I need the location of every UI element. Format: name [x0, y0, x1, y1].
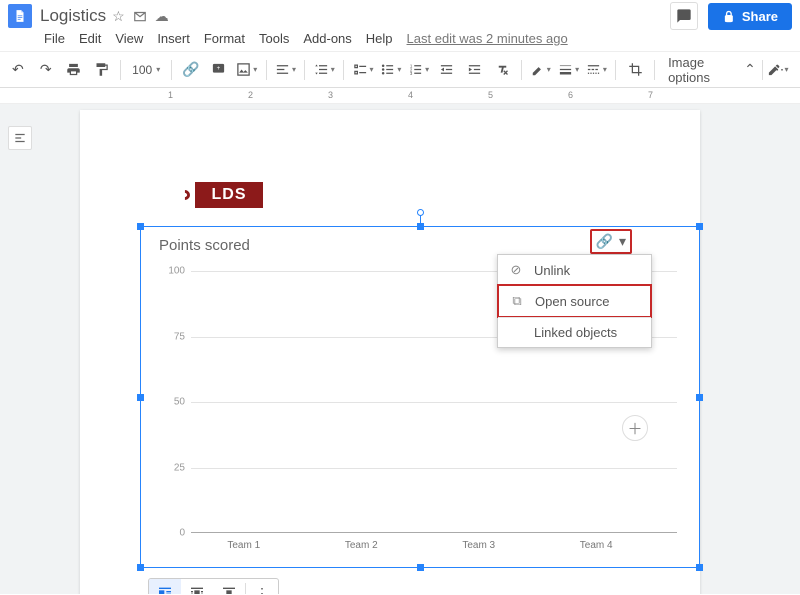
- lds-badge: LDS: [195, 182, 263, 208]
- y-tick-label: 50: [174, 397, 185, 408]
- x-tick-label: Team 3: [420, 540, 537, 551]
- menu-edit[interactable]: Edit: [79, 31, 101, 46]
- menu-insert[interactable]: Insert: [157, 31, 190, 46]
- menu-format[interactable]: Format: [204, 31, 245, 46]
- y-tick-label: 75: [174, 331, 185, 342]
- toolbar: ↶ ↷ 100 🔗 + 123 Image options ⋯ ⌃: [0, 52, 800, 88]
- open-source-icon: ⧉: [509, 293, 525, 309]
- document-page[interactable]: LDS Points scored 0255075100 Team 1Team …: [80, 110, 700, 594]
- insert-link-icon[interactable]: 🔗: [179, 58, 203, 82]
- insert-comment-icon[interactable]: +: [207, 58, 231, 82]
- resize-handle[interactable]: [417, 564, 424, 571]
- border-color-icon[interactable]: [529, 58, 553, 82]
- menu-open-source[interactable]: ⧉ Open source: [497, 284, 652, 318]
- ruler[interactable]: 1 2 3 4 5 6 7: [0, 88, 800, 104]
- resize-handle[interactable]: [696, 564, 703, 571]
- chevron-down-icon[interactable]: ▾: [619, 233, 626, 250]
- link-icon: 🔗: [596, 233, 613, 250]
- wrap-inline-icon[interactable]: [149, 578, 181, 594]
- unlink-icon: ⊘: [508, 262, 524, 278]
- expand-up-icon[interactable]: ⌃: [738, 58, 762, 82]
- y-tick-label: 100: [168, 266, 185, 277]
- resize-handle[interactable]: [417, 223, 424, 230]
- border-dash-icon[interactable]: [585, 58, 609, 82]
- numbered-list-icon[interactable]: 123: [407, 58, 431, 82]
- checklist-icon[interactable]: [351, 58, 375, 82]
- x-tick-label: Team 2: [303, 540, 420, 551]
- logo-ornament: [178, 188, 192, 202]
- outline-toggle-icon[interactable]: [8, 126, 32, 150]
- svg-text:3: 3: [410, 71, 413, 76]
- star-icon[interactable]: ☆: [112, 8, 125, 25]
- image-wrap-toolbar: ⋮: [148, 578, 279, 594]
- resize-handle[interactable]: [137, 223, 144, 230]
- border-weight-icon[interactable]: [557, 58, 581, 82]
- bulleted-list-icon[interactable]: [379, 58, 403, 82]
- insert-image-icon[interactable]: [235, 58, 259, 82]
- linked-chart-chip[interactable]: 🔗 ▾: [590, 229, 632, 254]
- menu-view[interactable]: View: [115, 31, 143, 46]
- indent-decrease-icon[interactable]: [435, 58, 459, 82]
- resize-handle[interactable]: [137, 394, 144, 401]
- menu-linked-objects[interactable]: Linked objects: [498, 318, 651, 347]
- wrap-break-icon[interactable]: [213, 578, 245, 594]
- rotate-handle[interactable]: [417, 209, 424, 216]
- cloud-status-icon[interactable]: ☁: [155, 8, 169, 25]
- y-tick-label: 0: [179, 528, 185, 539]
- wrap-more-icon[interactable]: ⋮: [246, 578, 278, 594]
- document-workspace: LDS Points scored 0255075100 Team 1Team …: [0, 104, 800, 594]
- resize-handle[interactable]: [137, 564, 144, 571]
- menu-unlink[interactable]: ⊘ Unlink: [498, 255, 651, 285]
- editing-mode-icon[interactable]: [766, 58, 790, 82]
- redo-icon[interactable]: ↷: [34, 58, 58, 82]
- linked-chart-menu: ⊘ Unlink ⧉ Open source Linked objects: [497, 254, 652, 348]
- document-title[interactable]: Logistics: [40, 6, 106, 26]
- indent-increase-icon[interactable]: [462, 58, 486, 82]
- share-label: Share: [742, 9, 778, 24]
- zoom-select[interactable]: 100: [128, 63, 164, 77]
- comments-button[interactable]: [670, 2, 698, 30]
- clear-format-icon[interactable]: [490, 58, 514, 82]
- paint-format-icon[interactable]: [89, 58, 113, 82]
- y-tick-label: 25: [174, 462, 185, 473]
- svg-text:+: +: [217, 65, 221, 72]
- menu-addons[interactable]: Add-ons: [303, 31, 351, 46]
- add-comment-bubble[interactable]: ＋: [622, 415, 648, 441]
- resize-handle[interactable]: [696, 394, 703, 401]
- menu-bar: File Edit View Insert Format Tools Add-o…: [0, 28, 800, 52]
- wrap-text-icon[interactable]: [181, 578, 213, 594]
- resize-handle[interactable]: [696, 223, 703, 230]
- menu-file[interactable]: File: [44, 31, 65, 46]
- crop-icon[interactable]: [623, 58, 647, 82]
- x-tick-label: Team 1: [185, 540, 302, 551]
- align-icon[interactable]: [274, 58, 298, 82]
- line-spacing-icon[interactable]: [312, 58, 336, 82]
- undo-icon[interactable]: ↶: [6, 58, 30, 82]
- docs-logo[interactable]: [8, 4, 32, 28]
- move-icon[interactable]: [133, 9, 147, 23]
- menu-tools[interactable]: Tools: [259, 31, 289, 46]
- last-edit-link[interactable]: Last edit was 2 minutes ago: [407, 31, 568, 46]
- print-icon[interactable]: [62, 58, 86, 82]
- share-button[interactable]: Share: [708, 3, 792, 30]
- menu-help[interactable]: Help: [366, 31, 393, 46]
- x-tick-label: Team 4: [537, 540, 654, 551]
